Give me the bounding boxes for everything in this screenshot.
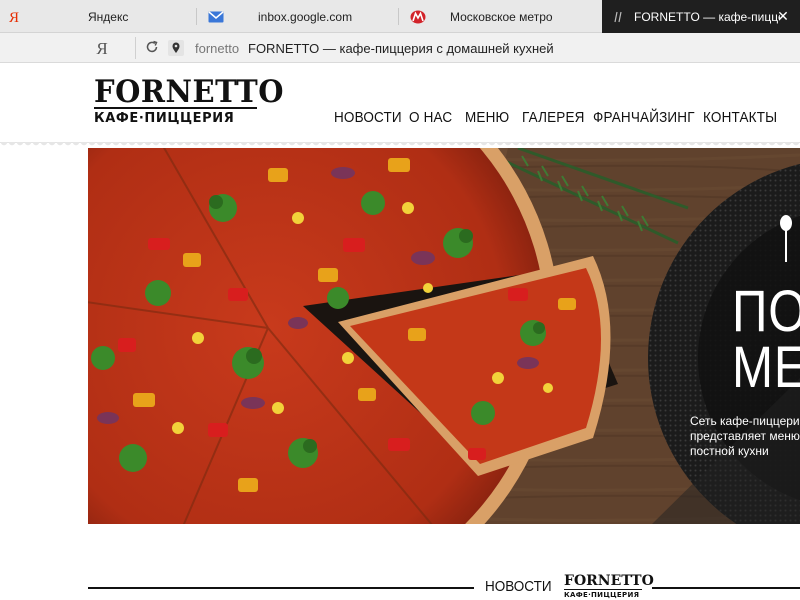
spoon-icon bbox=[780, 215, 792, 262]
hero-banner[interactable]: ПОС МЕН Сеть кафе-пиццерий представляет … bbox=[88, 148, 800, 524]
news-section-title: НОВОСТИ bbox=[485, 578, 552, 595]
tab-separator bbox=[398, 8, 399, 25]
address-bar: Я fornetto FORNETTO — кафе-пиццерия с до… bbox=[0, 33, 800, 63]
logo-tagline: КАФЕ·ПИЦЦЕРИЯ bbox=[564, 589, 642, 599]
fornetto-favicon bbox=[610, 9, 626, 25]
nav-item-menu[interactable]: МЕНЮ bbox=[465, 109, 509, 126]
tab-fornetto-active[interactable]: FORNETTO — кафе-пиццерия с... ✕ bbox=[602, 0, 800, 33]
hero-title-line: ПОС bbox=[732, 279, 800, 344]
nav-item-news[interactable]: НОВОСТИ bbox=[334, 109, 402, 126]
nav-item-franchising[interactable]: ФРАНЧАЙЗИНГ bbox=[593, 109, 695, 126]
tab-yandex[interactable]: Я Яндекс bbox=[6, 0, 196, 33]
metro-icon bbox=[410, 9, 426, 25]
news-section-logo: FORNETTO КАФЕ·ПИЦЦЕРИЯ bbox=[564, 573, 654, 599]
tab-separator bbox=[196, 8, 197, 25]
yandex-icon: Я bbox=[6, 9, 22, 25]
section-rule bbox=[652, 587, 800, 589]
hero-description: Сеть кафе-пиццерий представляет меню пос… bbox=[690, 414, 800, 458]
hero-title: ПОС МЕН bbox=[732, 279, 800, 400]
section-rule bbox=[88, 587, 474, 589]
yandex-button[interactable]: Я bbox=[92, 39, 112, 58]
address-page-title[interactable]: FORNETTO — кафе-пиццерия с домашней кухн… bbox=[248, 41, 554, 56]
reload-icon[interactable] bbox=[145, 40, 159, 54]
hero-image bbox=[88, 148, 800, 524]
nav-item-about[interactable]: О НАС bbox=[409, 109, 452, 126]
svg-text:Я: Я bbox=[9, 10, 19, 25]
tab-label: Яндекс bbox=[88, 9, 129, 24]
tab-label: inbox.google.com bbox=[258, 9, 353, 24]
mail-icon bbox=[208, 9, 224, 25]
logo-wordmark: FORNETTO bbox=[94, 73, 284, 110]
close-icon[interactable]: ✕ bbox=[776, 9, 790, 23]
browser-tab-bar: Я Яндекс inbox.google.com Московское мет… bbox=[0, 0, 800, 33]
hero-title-line: МЕН bbox=[732, 335, 800, 400]
location-pin-icon[interactable] bbox=[168, 40, 184, 56]
logo-tagline: КАФЕ·ПИЦЦЕРИЯ bbox=[94, 111, 235, 126]
tab-inbox[interactable]: inbox.google.com bbox=[208, 0, 398, 33]
tab-metro[interactable]: Московское метро bbox=[410, 0, 595, 33]
nav-item-gallery[interactable]: ГАЛЕРЕЯ bbox=[522, 109, 585, 126]
nav-item-contacts[interactable]: КОНТАКТЫ bbox=[703, 109, 777, 126]
divider bbox=[135, 37, 136, 59]
tab-label: FORNETTO — кафе-пиццерия с... bbox=[634, 9, 780, 24]
logo-wordmark: FORNETTO bbox=[564, 573, 654, 589]
website: FORNETTO КАФЕ·ПИЦЦЕРИЯ НОВОСТИ О НАС МЕН… bbox=[0, 64, 800, 600]
tab-label: Московское метро bbox=[450, 9, 553, 24]
site-logo[interactable]: FORNETTO КАФЕ·ПИЦЦЕРИЯ bbox=[94, 73, 284, 126]
address-domain[interactable]: fornetto bbox=[195, 41, 239, 56]
